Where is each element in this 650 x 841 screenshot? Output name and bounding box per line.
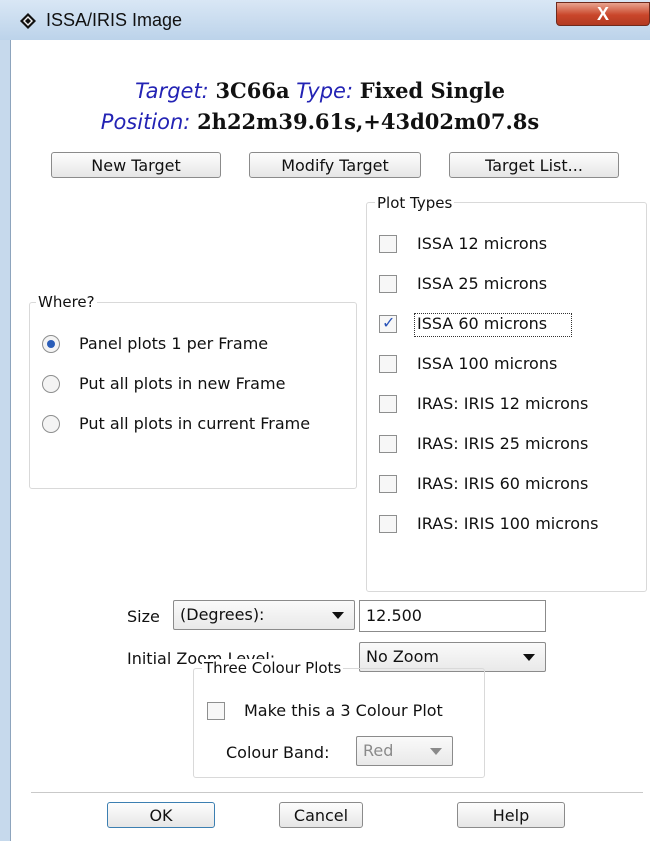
type-value: Fixed Single (359, 78, 505, 103)
target-line: Target: 3C66a Type: Fixed Single (11, 78, 629, 103)
three-colour-group: Three Colour Plots Make this a 3 Colour … (193, 659, 485, 778)
title-bar[interactable]: ISSA/IRIS Image X (0, 0, 650, 40)
position-line: Position: 2h22m39.61s,+43d02m07.8s (11, 109, 629, 134)
plot-type-checkbox-issa-12[interactable] (379, 235, 397, 253)
three-colour-title: Three Colour Plots (202, 659, 344, 677)
plot-type-checkbox-iris-60[interactable] (379, 475, 397, 493)
plot-type-checkbox-issa-25[interactable] (379, 275, 397, 293)
plot-type-checkbox-issa-100[interactable] (379, 355, 397, 373)
plot-type-checkbox-iris-100[interactable] (379, 515, 397, 533)
ok-button[interactable]: OK (107, 802, 215, 828)
position-value: 2h22m39.61s,+43d02m07.8s (197, 109, 540, 134)
size-input[interactable]: 12.500 (359, 600, 546, 632)
dialog-body: Target: 3C66a Type: Fixed Single Positio… (10, 40, 650, 841)
three-colour-checkbox[interactable] (207, 702, 225, 720)
size-unit-value: (Degrees): (180, 605, 265, 624)
plot-type-label: IRAS: IRIS 12 microns (417, 394, 589, 413)
target-value: 3C66a (215, 78, 290, 103)
plot-type-label: ISSA 25 microns (417, 274, 548, 293)
plot-types-title: Plot Types (375, 194, 455, 212)
where-title: Where? (36, 293, 97, 311)
chevron-down-icon (523, 654, 535, 661)
plot-type-label: IRAS: IRIS 60 microns (417, 474, 589, 493)
footer-separator (31, 792, 643, 793)
window-title: ISSA/IRIS Image (46, 10, 183, 30)
colour-band-value: Red (363, 741, 394, 760)
plot-type-label: ISSA 60 microns (417, 314, 548, 333)
radio-label: Panel plots 1 per Frame (79, 334, 269, 353)
plot-type-label: IRAS: IRIS 25 microns (417, 434, 589, 453)
position-label: Position: (100, 110, 191, 134)
radio-label: Put all plots in new Frame (79, 374, 286, 393)
target-list-button[interactable]: Target List... (449, 152, 619, 178)
radio-current-frame[interactable] (42, 415, 60, 433)
size-label: Size (127, 607, 160, 626)
plot-type-label: ISSA 12 microns (417, 234, 548, 253)
dialog-window: ISSA/IRIS Image X Target: 3C66a Type: Fi… (0, 0, 650, 841)
where-group: Where? Panel plots 1 per Frame Put all p… (29, 293, 357, 489)
colour-band-label: Colour Band: (226, 743, 330, 762)
plot-type-label: ISSA 100 microns (417, 354, 558, 373)
type-label: Type: (296, 79, 354, 103)
close-icon: X (596, 4, 609, 24)
zoom-value: No Zoom (366, 647, 439, 666)
size-unit-dropdown[interactable]: (Degrees): (173, 600, 355, 630)
plot-type-checkbox-iris-25[interactable] (379, 435, 397, 453)
radio-label: Put all plots in current Frame (79, 414, 311, 433)
radio-panel-plots[interactable] (42, 335, 60, 353)
plot-type-checkbox-iris-12[interactable] (379, 395, 397, 413)
three-colour-checkbox-label: Make this a 3 Colour Plot (244, 701, 443, 720)
colour-band-dropdown[interactable]: Red (356, 736, 453, 766)
new-target-button[interactable]: New Target (51, 152, 221, 178)
chevron-down-icon (430, 748, 442, 755)
cancel-button[interactable]: Cancel (279, 802, 363, 828)
target-label: Target: (135, 79, 209, 103)
modify-target-button[interactable]: Modify Target (249, 152, 421, 178)
plot-types-group: Plot Types ISSA 12 microns ISSA 25 micro… (366, 194, 647, 592)
plot-type-checkbox-issa-60[interactable] (379, 313, 397, 333)
close-button[interactable]: X (556, 2, 650, 26)
chevron-down-icon (332, 612, 344, 619)
diamond-app-icon (20, 13, 36, 29)
help-button[interactable]: Help (457, 802, 565, 828)
plot-type-label: IRAS: IRIS 100 microns (417, 514, 599, 533)
radio-new-frame[interactable] (42, 375, 60, 393)
